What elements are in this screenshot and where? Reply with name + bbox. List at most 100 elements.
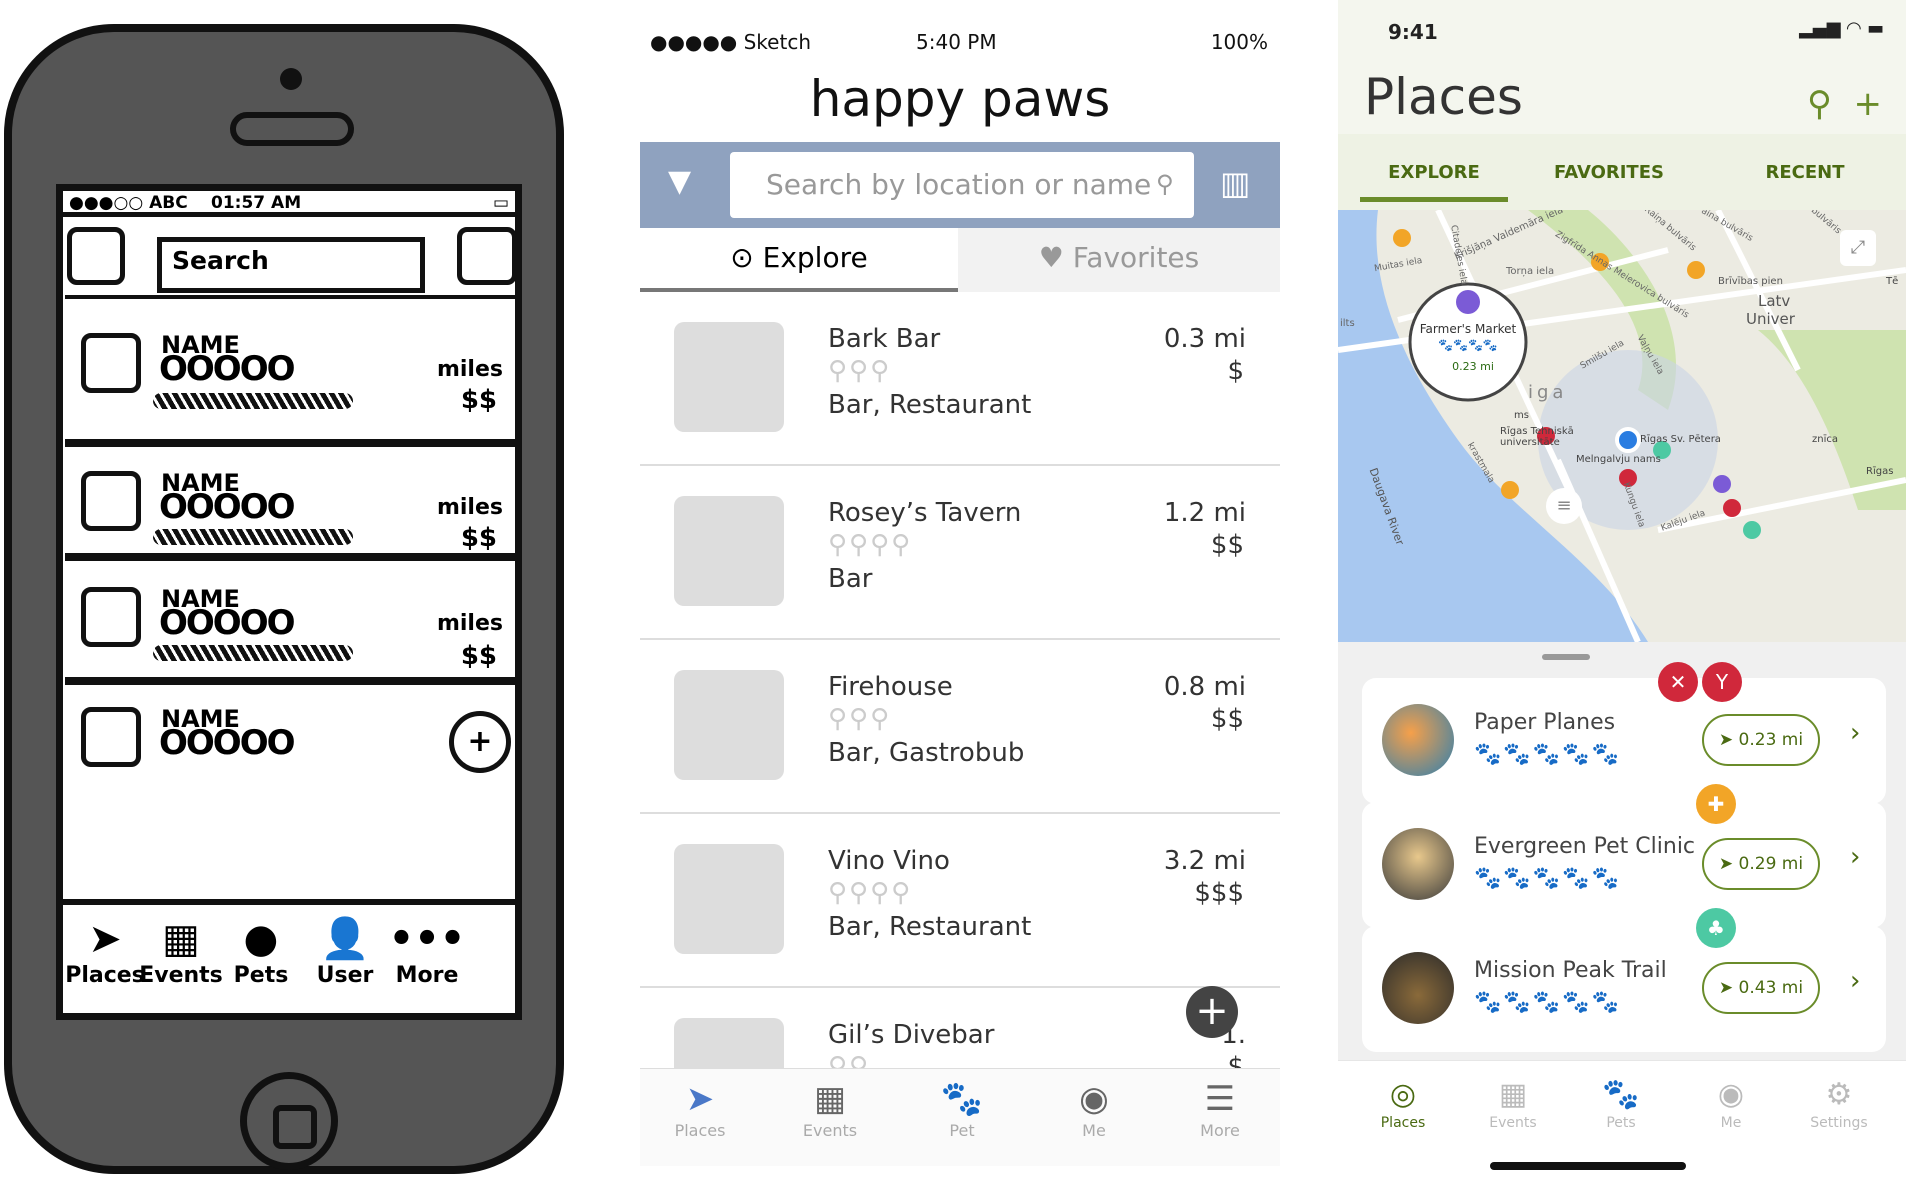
tab-label: Pets [1606,1115,1636,1131]
tab-bar: ➤ Places ▦ Events 🐾 Pet ◉ Me ☰ More [640,1068,1280,1166]
tab-label: Explore [762,241,868,274]
tab-more[interactable]: ☰ More [1160,1077,1280,1140]
description-scribble [153,645,353,661]
bar-badge-icon: Y [1702,662,1742,702]
map-pin-orange [1687,261,1705,279]
place-category: Bar, Gastrobub [828,738,1025,768]
battery-text: 100% [1210,30,1268,54]
carrier-text: ●●●○○ ABC [69,193,188,213]
distance-text: miles [436,495,503,520]
camera-dot [280,68,302,90]
left-nav-button[interactable] [67,227,125,285]
tab-label: Pets [233,963,289,988]
list-item[interactable]: Rosey’s Tavern ⚲⚲⚲⚲ Bar 1.2 mi $$ [640,468,1280,640]
search-input[interactable]: Search by location or name [730,152,1194,218]
search-icon[interactable]: ⚲ [1156,170,1174,198]
tab-places[interactable]: ➤ Places [640,1077,760,1140]
place-card[interactable]: Evergreen Pet Clinic 🐾🐾🐾🐾🐾 ➤ 0.29 mi › [1362,802,1886,928]
chevron-right-icon[interactable]: › [1850,718,1860,748]
list-item[interactable]: Firehouse ⚲⚲⚲ Bar, Gastrobub 0.8 mi $$ [640,642,1280,814]
list-item[interactable]: NAME OOOOO miles $$ [65,557,517,681]
app-logo: happy paws [809,70,1111,128]
tab-me[interactable]: ◉ Me [1034,1077,1154,1140]
distance-pill[interactable]: ➤ 0.23 mi [1702,714,1820,766]
list-item[interactable]: Vino Vino ⚲⚲⚲⚲ Bar, Restaurant 3.2 mi $$… [640,816,1280,988]
tab-label: Events [1489,1115,1537,1131]
distance-text: miles [436,357,503,382]
place-name: Bark Bar [828,324,941,354]
rating-circles: OOOOO [159,487,296,527]
paw-empty-icon: 🐾 [1591,990,1621,1015]
list-item[interactable]: Bark Bar ⚲⚲⚲ Bar, Restaurant 0.3 mi $ [640,294,1280,466]
list-item[interactable]: NAME OOOOO miles $$ [65,295,517,443]
map-icon[interactable]: ▥ [1220,164,1250,202]
tab-favorites[interactable]: ♥ Favorites [958,228,1280,292]
calendar-icon: ▦ [813,1079,847,1119]
clock-text: 9:41 [1388,20,1438,44]
price-text: $$ [460,523,497,553]
list-item[interactable]: NAME OOOOO miles $$ [65,443,517,557]
add-icon[interactable]: + [1854,84,1883,124]
tab-events[interactable]: ▦ Events [1458,1075,1568,1131]
rating-circles: OOOOO [159,603,296,643]
map-label: Rīgas Tehniskā universitāte [1500,426,1574,448]
status-bar: ●●●○○ ABC 01:57 AM ▭ [63,191,515,217]
distance-pill[interactable]: ➤ 0.43 mi [1702,962,1820,1014]
home-indicator [1490,1162,1686,1170]
filter-sliders-icon[interactable]: ≡ [1546,488,1582,524]
list-item[interactable]: NAME OOOOO + [65,681,517,773]
map-pin-red [1723,499,1741,517]
wireframe-panel: ●●●○○ ABC 01:57 AM ▭ Search NAME OOOOO m… [0,0,570,1192]
map-view[interactable]: Farmer's Market 🐾🐾🐾🐾 0.23 mi Daugava Riv… [1338,210,1906,642]
place-category: Bar [828,564,873,594]
chevron-right-icon[interactable]: › [1850,842,1860,872]
search-bar: ▼ Search by location or name ⚲ ▥ [640,142,1280,228]
tab-explore[interactable]: ⊙ Explore [640,228,958,292]
wireframe-screen: ●●●○○ ABC 01:57 AM ▭ Search NAME OOOOO m… [56,184,522,1020]
search-input[interactable]: Search [157,237,425,293]
add-button[interactable]: + [449,711,511,773]
add-place-button[interactable]: + [1186,986,1238,1038]
place-category: Bar, Restaurant [828,912,1032,942]
distance-text: 0.3 mi [1163,324,1246,354]
tab-pets[interactable]: ● Pets [213,915,309,988]
search-icon[interactable]: ⚲ [1807,84,1832,124]
sheet-handle[interactable] [1542,654,1590,660]
tab-recent[interactable]: RECENT [1730,162,1880,183]
tab-explore[interactable]: EXPLORE [1360,162,1508,202]
place-card[interactable]: Mission Peak Trail 🐾🐾🐾🐾🐾 ➤ 0.43 mi › [1362,926,1886,1052]
segment-tabs: ⊙ Explore ♥ Favorites [640,228,1280,292]
price-text: $ [1227,356,1244,386]
tab-pets[interactable]: 🐾 Pets [1566,1075,1676,1131]
tab-more[interactable]: ••• More [379,915,475,988]
bone-rating: ⚲⚲⚲⚲ [828,530,913,560]
paw-rating: 🐾🐾🐾🐾🐾 [1474,742,1621,767]
thumbnail-placeholder [81,707,141,767]
tab-label: Events [139,963,223,988]
place-card[interactable]: Paper Planes 🐾🐾🐾🐾🐾 ➤ 0.23 mi › [1362,678,1886,804]
tab-events[interactable]: ▦ Events [770,1077,890,1140]
price-text: $$ [1210,704,1244,734]
restaurant-badge-icon: ✕ [1658,662,1698,702]
callout-title: Farmer's Market [1419,322,1517,336]
distance-pill[interactable]: ➤ 0.29 mi [1702,838,1820,890]
tab-settings[interactable]: ⚙ Settings [1784,1075,1894,1131]
map-pin-orange [1501,481,1519,499]
right-nav-button[interactable] [457,227,517,285]
thumbnail-placeholder [674,496,784,606]
map-label: Rīgas [1866,466,1894,477]
tab-favorites[interactable]: FAVORITES [1534,162,1684,183]
home-button[interactable] [240,1072,338,1170]
chevron-right-icon[interactable]: › [1850,966,1860,996]
tab-places[interactable]: ◎ Places [1348,1075,1458,1131]
user-circle-icon: ◉ [1079,1079,1109,1119]
filter-icon[interactable]: ▼ [668,164,691,199]
expand-map-icon[interactable]: ⤢ [1840,230,1876,266]
phone-frame: ●●●○○ ABC 01:57 AM ▭ Search NAME OOOOO m… [4,24,564,1174]
price-text: $$ [460,385,497,415]
map-label: Melngalvju nams [1576,454,1661,465]
tab-pet[interactable]: 🐾 Pet [902,1077,1022,1140]
more-dots-icon: ••• [388,916,466,962]
tab-me[interactable]: ◉ Me [1676,1075,1786,1131]
map-label: ilts [1340,318,1355,329]
